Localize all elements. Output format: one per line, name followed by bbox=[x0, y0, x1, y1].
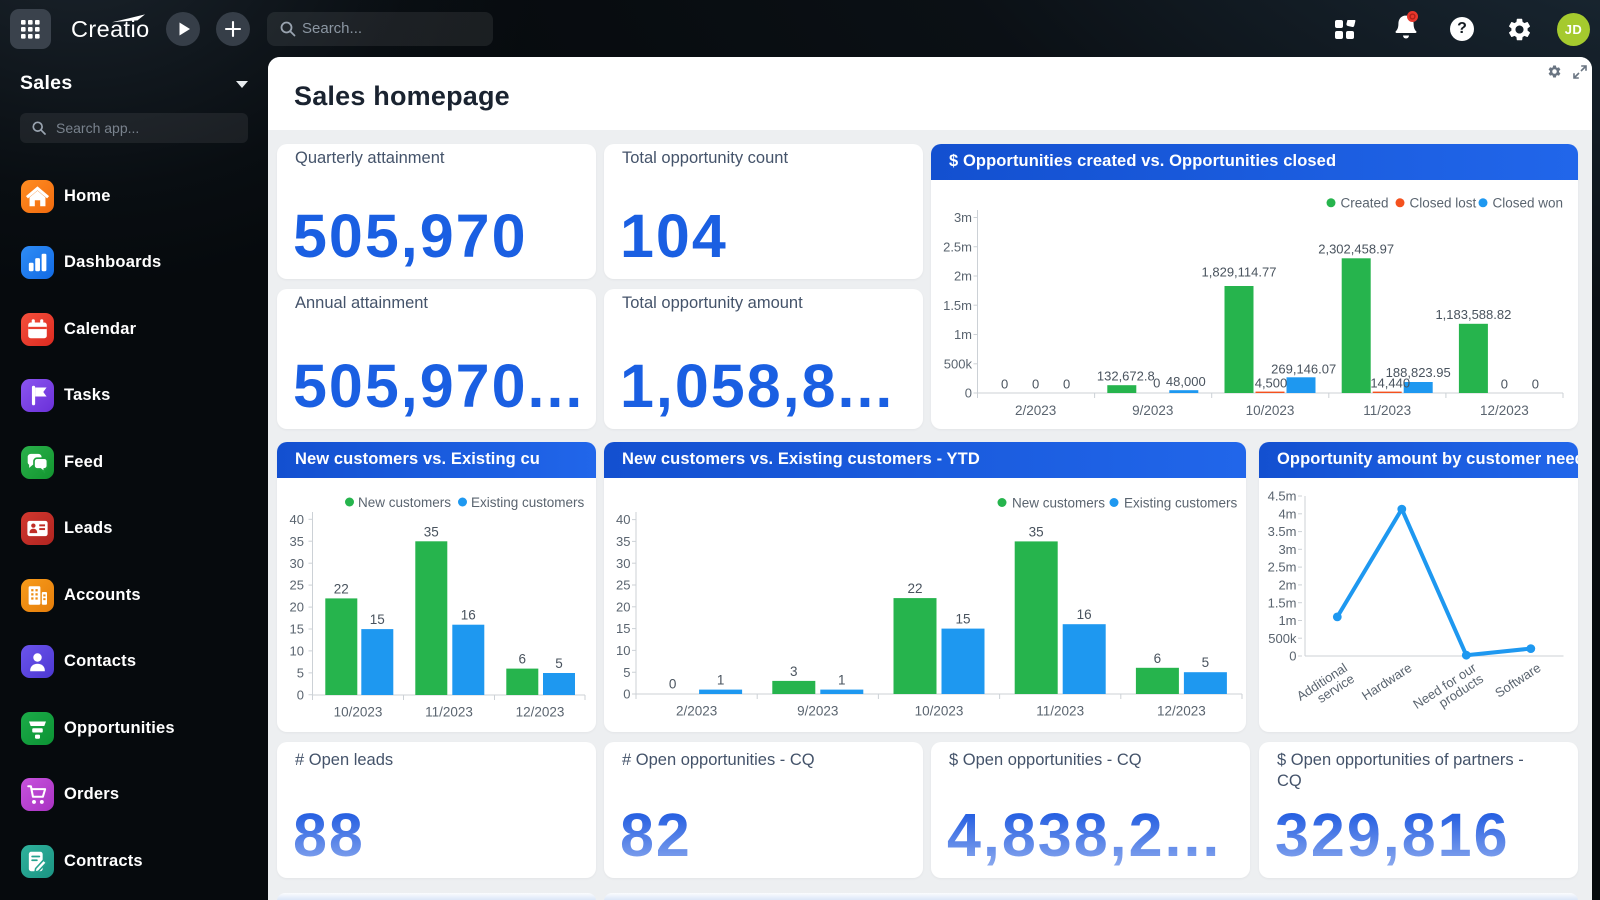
svg-text:3m: 3m bbox=[1278, 542, 1296, 557]
svg-text:1: 1 bbox=[838, 673, 846, 688]
svg-text:30: 30 bbox=[616, 556, 630, 571]
svg-text:2/2023: 2/2023 bbox=[676, 704, 717, 719]
svg-text:0: 0 bbox=[1001, 377, 1008, 392]
svg-text:11/2023: 11/2023 bbox=[1363, 403, 1411, 418]
svg-text:188,823.95: 188,823.95 bbox=[1386, 365, 1451, 380]
svg-text:3m: 3m bbox=[954, 210, 972, 225]
svg-text:35: 35 bbox=[616, 534, 630, 549]
svg-text:2m: 2m bbox=[954, 269, 972, 284]
svg-text:40: 40 bbox=[616, 512, 630, 527]
svg-text:9/2023: 9/2023 bbox=[797, 704, 838, 719]
svg-text:35: 35 bbox=[424, 524, 439, 539]
svg-text:Closed lost: Closed lost bbox=[1410, 196, 1477, 211]
svg-text:132,672.8: 132,672.8 bbox=[1097, 369, 1155, 384]
svg-text:10/2023: 10/2023 bbox=[334, 705, 383, 720]
svg-text:25: 25 bbox=[616, 578, 630, 593]
svg-text:6: 6 bbox=[519, 652, 527, 667]
svg-text:10/2023: 10/2023 bbox=[915, 704, 964, 719]
svg-text:1,183,588.82: 1,183,588.82 bbox=[1435, 307, 1511, 322]
svg-text:0: 0 bbox=[623, 687, 630, 702]
svg-text:Existing customers: Existing customers bbox=[1124, 495, 1238, 510]
svg-text:2.5m: 2.5m bbox=[1268, 560, 1297, 575]
svg-text:4,500: 4,500 bbox=[1255, 376, 1288, 391]
svg-text:0: 0 bbox=[669, 677, 677, 692]
svg-text:Existing customers: Existing customers bbox=[471, 495, 585, 510]
svg-text:12/2023: 12/2023 bbox=[516, 705, 565, 720]
svg-text:10/2023: 10/2023 bbox=[1246, 403, 1295, 418]
svg-text:30: 30 bbox=[290, 556, 304, 571]
svg-text:48,000: 48,000 bbox=[1166, 374, 1206, 389]
svg-text:15: 15 bbox=[370, 612, 385, 627]
svg-text:4.5m: 4.5m bbox=[1268, 489, 1297, 504]
svg-text:2,302,458.97: 2,302,458.97 bbox=[1318, 242, 1394, 257]
svg-text:9/2023: 9/2023 bbox=[1132, 403, 1173, 418]
svg-text:16: 16 bbox=[461, 608, 476, 623]
svg-text:0: 0 bbox=[1289, 649, 1296, 664]
svg-text:10: 10 bbox=[616, 643, 630, 658]
svg-text:5: 5 bbox=[555, 656, 563, 671]
svg-text:3: 3 bbox=[790, 664, 798, 679]
svg-text:0: 0 bbox=[297, 687, 304, 702]
svg-text:500k: 500k bbox=[944, 356, 973, 371]
svg-text:12/2023: 12/2023 bbox=[1157, 704, 1206, 719]
svg-text:Additionalservice: Additionalservice bbox=[1294, 660, 1357, 715]
svg-text:20: 20 bbox=[290, 600, 304, 615]
svg-text:22: 22 bbox=[334, 581, 349, 596]
svg-text:Closed won: Closed won bbox=[1493, 196, 1564, 211]
svg-text:500k: 500k bbox=[1268, 631, 1297, 646]
svg-text:12/2023: 12/2023 bbox=[1480, 403, 1529, 418]
svg-text:6: 6 bbox=[1154, 651, 1162, 666]
svg-text:5: 5 bbox=[297, 666, 304, 681]
svg-text:35: 35 bbox=[290, 534, 304, 549]
svg-text:1,829,114.77: 1,829,114.77 bbox=[1202, 265, 1277, 280]
svg-text:1.5m: 1.5m bbox=[943, 298, 972, 313]
svg-text:10: 10 bbox=[290, 644, 304, 659]
svg-text:25: 25 bbox=[290, 578, 304, 593]
svg-text:4m: 4m bbox=[1278, 506, 1296, 521]
svg-text:1m: 1m bbox=[1278, 613, 1296, 628]
svg-text:New customers: New customers bbox=[358, 495, 451, 510]
svg-text:1: 1 bbox=[717, 673, 725, 688]
svg-text:2/2023: 2/2023 bbox=[1015, 403, 1056, 418]
svg-text:15: 15 bbox=[955, 612, 970, 627]
svg-text:2m: 2m bbox=[1278, 578, 1296, 593]
svg-text:269,146.07: 269,146.07 bbox=[1271, 362, 1336, 377]
svg-text:New customers: New customers bbox=[1012, 495, 1105, 510]
svg-text:2.5m: 2.5m bbox=[943, 239, 972, 254]
svg-text:Need for ourproducts: Need for ourproducts bbox=[1410, 660, 1486, 723]
svg-text:35: 35 bbox=[1029, 524, 1044, 539]
svg-text:Created: Created bbox=[1341, 196, 1389, 211]
svg-text:11/2023: 11/2023 bbox=[425, 705, 473, 720]
svg-text:0: 0 bbox=[1501, 377, 1508, 392]
svg-text:Hardware: Hardware bbox=[1359, 660, 1414, 703]
svg-text:3.5m: 3.5m bbox=[1268, 524, 1297, 539]
svg-text:0: 0 bbox=[1063, 377, 1070, 392]
svg-text:0: 0 bbox=[1153, 376, 1160, 391]
svg-text:22: 22 bbox=[907, 581, 922, 596]
svg-text:0: 0 bbox=[1532, 377, 1539, 392]
svg-text:0: 0 bbox=[1032, 377, 1039, 392]
svg-text:20: 20 bbox=[616, 599, 630, 614]
svg-text:11/2023: 11/2023 bbox=[1036, 704, 1084, 719]
svg-text:5: 5 bbox=[1202, 655, 1210, 670]
svg-text:0: 0 bbox=[965, 386, 972, 401]
svg-text:16: 16 bbox=[1077, 607, 1092, 622]
svg-text:1m: 1m bbox=[954, 327, 972, 342]
svg-text:1.5m: 1.5m bbox=[1268, 595, 1297, 610]
svg-text:15: 15 bbox=[290, 622, 304, 637]
svg-text:15: 15 bbox=[616, 621, 630, 636]
svg-text:5: 5 bbox=[623, 665, 630, 680]
svg-text:Software: Software bbox=[1492, 660, 1543, 701]
svg-text:40: 40 bbox=[290, 512, 304, 527]
